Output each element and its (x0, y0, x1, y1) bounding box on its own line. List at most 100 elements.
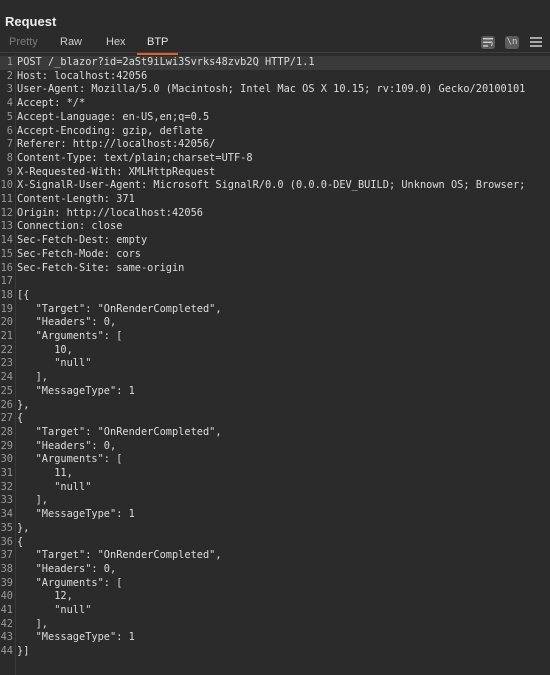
line-text: User-Agent: Mozilla/5.0 (Macintosh; Inte… (17, 83, 526, 96)
code-line[interactable]: 22 10, (0, 344, 550, 358)
code-line[interactable]: 43 "MessageType": 1 (0, 631, 550, 645)
line-text: Sec-Fetch-Dest: empty (17, 234, 148, 247)
line-number: 16 (0, 261, 13, 274)
line-number: 4 (6, 97, 13, 110)
line-number: 34 (0, 508, 13, 521)
code-line[interactable]: 14 Sec-Fetch-Dest: empty (0, 234, 550, 248)
line-number: 14 (0, 234, 13, 247)
line-number: 41 (0, 604, 13, 616)
line-text: }, (17, 521, 30, 534)
code-line[interactable]: 20 "Headers": 0, (0, 316, 550, 330)
code-line[interactable]: 19 "Target": "OnRenderCompleted", (0, 303, 550, 317)
code-line[interactable]: 23 "null" (0, 357, 550, 371)
code-line[interactable]: 36 { (0, 536, 550, 550)
code-line[interactable]: 16 Sec-Fetch-Site: same-origin (0, 262, 550, 276)
tab-hex[interactable]: Hex (106, 36, 126, 53)
line-number: 5 (6, 110, 13, 123)
line-number: 1 (6, 56, 13, 68)
code-line[interactable]: 27 { (0, 412, 550, 426)
line-text: "MessageType": 1 (17, 631, 135, 644)
code-line[interactable]: 1 POST /_blazor?id=2aSt9iLwi3Svrks48zvb2Q… (0, 56, 550, 70)
code-line[interactable]: 6 Accept-Encoding: gzip, deflate (0, 125, 550, 139)
line-text: 10, (17, 343, 73, 356)
line-text: Accept-Language: en-US,en;q=0.5 (17, 110, 210, 123)
code-line[interactable]: 34 "MessageType": 1 (0, 508, 550, 522)
code-line[interactable]: 5 Accept-Language: en-US,en;q=0.5 (0, 111, 550, 125)
code-line[interactable]: 15 Sec-Fetch-Mode: cors (0, 248, 550, 262)
line-text: "Target": "OnRenderCompleted", (17, 549, 222, 562)
code-line[interactable]: 37 "Target": "OnRenderCompleted", (0, 549, 550, 563)
code-line[interactable]: 13 Connection: close (0, 220, 550, 234)
code-line[interactable]: 11 Content-Length: 371 (0, 193, 550, 207)
code-line[interactable]: 35}, (0, 522, 550, 536)
line-number: 11 (0, 193, 13, 205)
line-text: ], (17, 494, 48, 507)
code-line[interactable]: 24 ], (0, 371, 550, 385)
code-line[interactable]: 12 Origin: http://localhost:42056 (0, 207, 550, 221)
line-number: 32 (0, 480, 13, 493)
line-text: Content-Type: text/plain;charset=UTF-8 (17, 151, 253, 164)
code-line[interactable]: 21 "Arguments": [ (0, 330, 550, 344)
line-text: "Headers": 0, (17, 316, 117, 329)
line-text: Content-Length: 371 (17, 193, 135, 205)
tab-divider (0, 52, 550, 53)
code-line[interactable]: 2 Host: localhost:42056 (0, 70, 550, 84)
code-line[interactable]: 25 "MessageType": 1 (0, 385, 550, 399)
line-text: 11, (17, 467, 73, 479)
code-line[interactable]: 30 "Arguments": [ (0, 453, 550, 467)
line-text: ], (17, 617, 48, 630)
newline-toggle-button[interactable]: \n (505, 36, 519, 49)
line-text: "Target": "OnRenderCompleted", (17, 302, 222, 315)
line-text: POST /_blazor?id=2aSt9iLwi3Svrks48zvb2Q … (17, 56, 315, 68)
line-number: 7 (6, 138, 13, 151)
line-number: 26 (0, 398, 13, 411)
code-line[interactable]: 44}] (0, 645, 550, 659)
view-tab-bar: Pretty Raw Hex BTP \n (0, 34, 550, 55)
line-text: "Arguments": [ (17, 453, 123, 466)
code-line[interactable]: 39 "Arguments": [ (0, 577, 550, 591)
line-text: Host: localhost:42056 (17, 69, 148, 82)
line-text: Origin: http://localhost:42056 (17, 206, 203, 219)
line-text: "null" (17, 357, 92, 370)
tab-btp[interactable]: BTP (137, 36, 179, 55)
code-line[interactable]: 9 X-Requested-With: XMLHttpRequest (0, 166, 550, 180)
tab-pretty[interactable]: Pretty (9, 36, 38, 53)
line-number: 39 (0, 576, 13, 589)
code-line[interactable]: 40 12, (0, 590, 550, 604)
line-text: Accept-Encoding: gzip, deflate (17, 124, 203, 137)
newline-toggle-icon: \n (506, 37, 518, 47)
code-line[interactable]: 42 ], (0, 618, 550, 632)
code-line[interactable]: 31 11, (0, 467, 550, 481)
line-text: [{ (17, 288, 30, 301)
line-number: 40 (0, 590, 13, 603)
line-number: 3 (6, 83, 13, 96)
hamburger-menu-icon[interactable] (530, 37, 542, 48)
line-number: 23 (0, 357, 13, 370)
line-text: ], (17, 371, 48, 384)
code-line[interactable]: 26}, (0, 399, 550, 413)
code-line[interactable]: 38 "Headers": 0, (0, 563, 550, 577)
wrap-lines-button[interactable] (481, 36, 495, 49)
code-line[interactable]: 3 User-Agent: Mozilla/5.0 (Macintosh; Int… (0, 83, 550, 97)
code-line[interactable]: 29 "Headers": 0, (0, 440, 550, 454)
code-line[interactable]: 28 "Target": "OnRenderCompleted", (0, 426, 550, 440)
code-line[interactable]: 8 Content-Type: text/plain;charset=UTF-8 (0, 152, 550, 166)
line-number: 31 (0, 467, 13, 479)
tab-btp-label: BTP (147, 36, 169, 48)
code-line[interactable]: 17 (0, 275, 550, 289)
line-number: 2 (6, 69, 13, 82)
line-number: 43 (0, 631, 13, 644)
code-line[interactable]: 4 Accept: */* (0, 97, 550, 111)
request-editor[interactable]: 1 POST /_blazor?id=2aSt9iLwi3Svrks48zvb2Q… (0, 55, 550, 675)
line-text: }] (17, 645, 30, 658)
line-text: "MessageType": 1 (17, 384, 135, 397)
code-line[interactable]: 10 X-SignalR-User-Agent: Microsoft Signal… (0, 179, 550, 193)
code-line[interactable]: 32 "null" (0, 481, 550, 495)
code-line[interactable]: 33 ], (0, 494, 550, 508)
code-line[interactable]: 7 Referer: http://localhost:42056/ (0, 138, 550, 152)
code-line[interactable]: 18 [{ (0, 289, 550, 303)
code-line[interactable]: 41 "null" (0, 604, 550, 618)
line-text: 12, (17, 590, 73, 603)
line-text: "Headers": 0, (17, 439, 117, 452)
tab-raw[interactable]: Raw (60, 36, 82, 53)
